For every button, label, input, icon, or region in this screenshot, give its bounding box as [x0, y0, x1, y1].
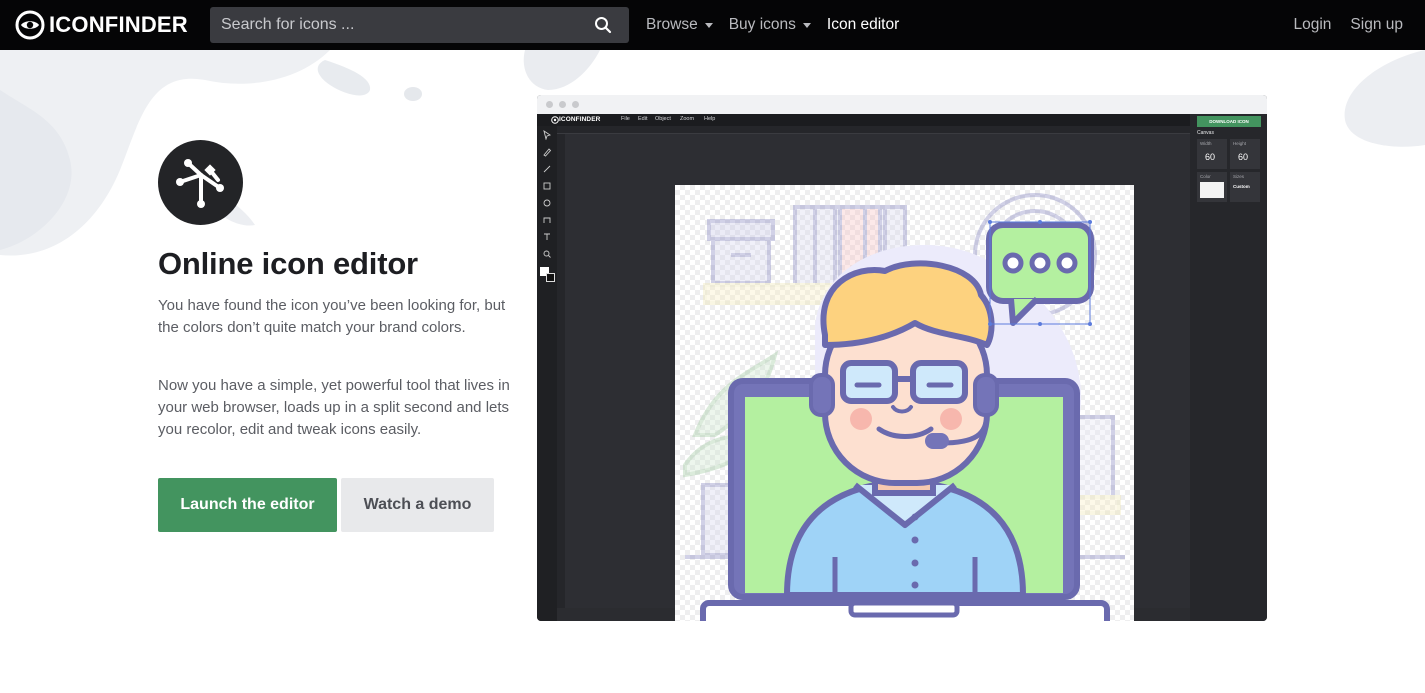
nav-buy-icons[interactable]: Buy icons [729, 16, 811, 34]
download-icon-button[interactable]: DOWNLOAD ICON [1197, 116, 1261, 127]
sizes-field[interactable]: Sizes Custom [1230, 172, 1260, 202]
launch-editor-button[interactable]: Launch the editor [158, 478, 337, 532]
main-nav: Browse Buy icons Icon editor [646, 0, 915, 50]
width-value: 60 [1205, 152, 1216, 162]
vertical-ruler [557, 134, 565, 608]
width-field[interactable]: Width 60 [1197, 139, 1227, 169]
editor-menu-edit[interactable]: Edit [638, 116, 647, 122]
search-icon[interactable] [594, 16, 612, 34]
login-link[interactable]: Login [1293, 16, 1331, 34]
ellipse-tool-icon[interactable] [542, 198, 552, 208]
logo-text: ICONFINDER [49, 12, 188, 37]
horizontal-ruler [557, 126, 1190, 134]
support-agent-illustration [683, 193, 1125, 621]
stroke-color-swatch[interactable] [546, 273, 555, 282]
eye-logo-icon [15, 10, 45, 40]
chevron-down-icon [802, 22, 811, 28]
editor-menu-zoom[interactable]: Zoom [680, 116, 694, 122]
sizes-value: Custom [1233, 184, 1250, 189]
select-tool-icon[interactable] [542, 130, 552, 140]
page-title: Online icon editor [158, 246, 418, 281]
height-field[interactable]: Height 60 [1230, 139, 1260, 169]
auth-links: Login Sign up [1293, 0, 1403, 50]
sizes-label: Sizes [1233, 174, 1245, 179]
window-titlebar [537, 95, 1267, 114]
editor-properties-panel: DOWNLOAD ICON Canvas Width 60 Height 60 … [1190, 114, 1267, 621]
hero-paragraph-2: Now you have a simple, yet powerful tool… [158, 377, 510, 438]
line-tool-icon[interactable] [542, 164, 552, 174]
vector-path-icon [175, 158, 224, 208]
rectangle-tool-icon[interactable] [542, 181, 552, 191]
iconfinder-logo[interactable]: ICONFINDER [15, 10, 188, 40]
window-dot [546, 101, 553, 108]
vector-nodes-icon [158, 140, 243, 225]
editor-workspace [565, 134, 1190, 621]
pen-tool-icon[interactable] [542, 147, 552, 157]
hero-paragraph-1: You have found the icon you’ve been look… [158, 297, 506, 336]
editor-menubar: ICONFINDER File Edit Object Zoom Help [537, 114, 1267, 126]
signup-link[interactable]: Sign up [1350, 16, 1403, 34]
width-label: Width [1200, 141, 1212, 146]
path-tool-icon[interactable] [542, 215, 552, 225]
editor-menu-file[interactable]: File [621, 116, 630, 122]
top-navigation-bar: ICONFINDER Browse Buy icons Icon editor … [0, 0, 1425, 50]
height-label: Height [1233, 141, 1247, 146]
nav-icon-editor-label: Icon editor [826, 16, 900, 33]
watch-demo-button[interactable]: Watch a demo [341, 478, 494, 532]
search-box[interactable] [210, 7, 629, 43]
color-label: Color [1200, 174, 1211, 179]
editor-canvas[interactable] [675, 185, 1134, 621]
zoom-tool-icon[interactable] [542, 249, 552, 259]
nav-buy-icons-label: Buy icons [728, 16, 796, 33]
color-field[interactable]: Color [1197, 172, 1227, 202]
editor-preview-window: ICONFINDER File Edit Object Zoom Help DO… [537, 95, 1267, 621]
search-input[interactable] [210, 16, 570, 34]
chevron-down-icon [704, 22, 713, 28]
editor-toolbar [537, 126, 557, 621]
canvas-color-swatch[interactable] [1200, 182, 1224, 198]
editor-logo-text: ICONFINDER [559, 116, 601, 123]
editor-menu-object[interactable]: Object [655, 116, 671, 122]
nav-browse[interactable]: Browse [646, 16, 713, 34]
text-tool-icon[interactable] [542, 232, 552, 242]
nav-browse-label: Browse [646, 16, 698, 33]
editor-menu-help[interactable]: Help [704, 116, 715, 122]
nav-icon-editor[interactable]: Icon editor [827, 16, 899, 34]
canvas-panel-title: Canvas [1197, 130, 1214, 136]
height-value: 60 [1238, 152, 1249, 162]
window-dot [572, 101, 579, 108]
eye-logo-icon [551, 116, 559, 124]
window-dot [559, 101, 566, 108]
